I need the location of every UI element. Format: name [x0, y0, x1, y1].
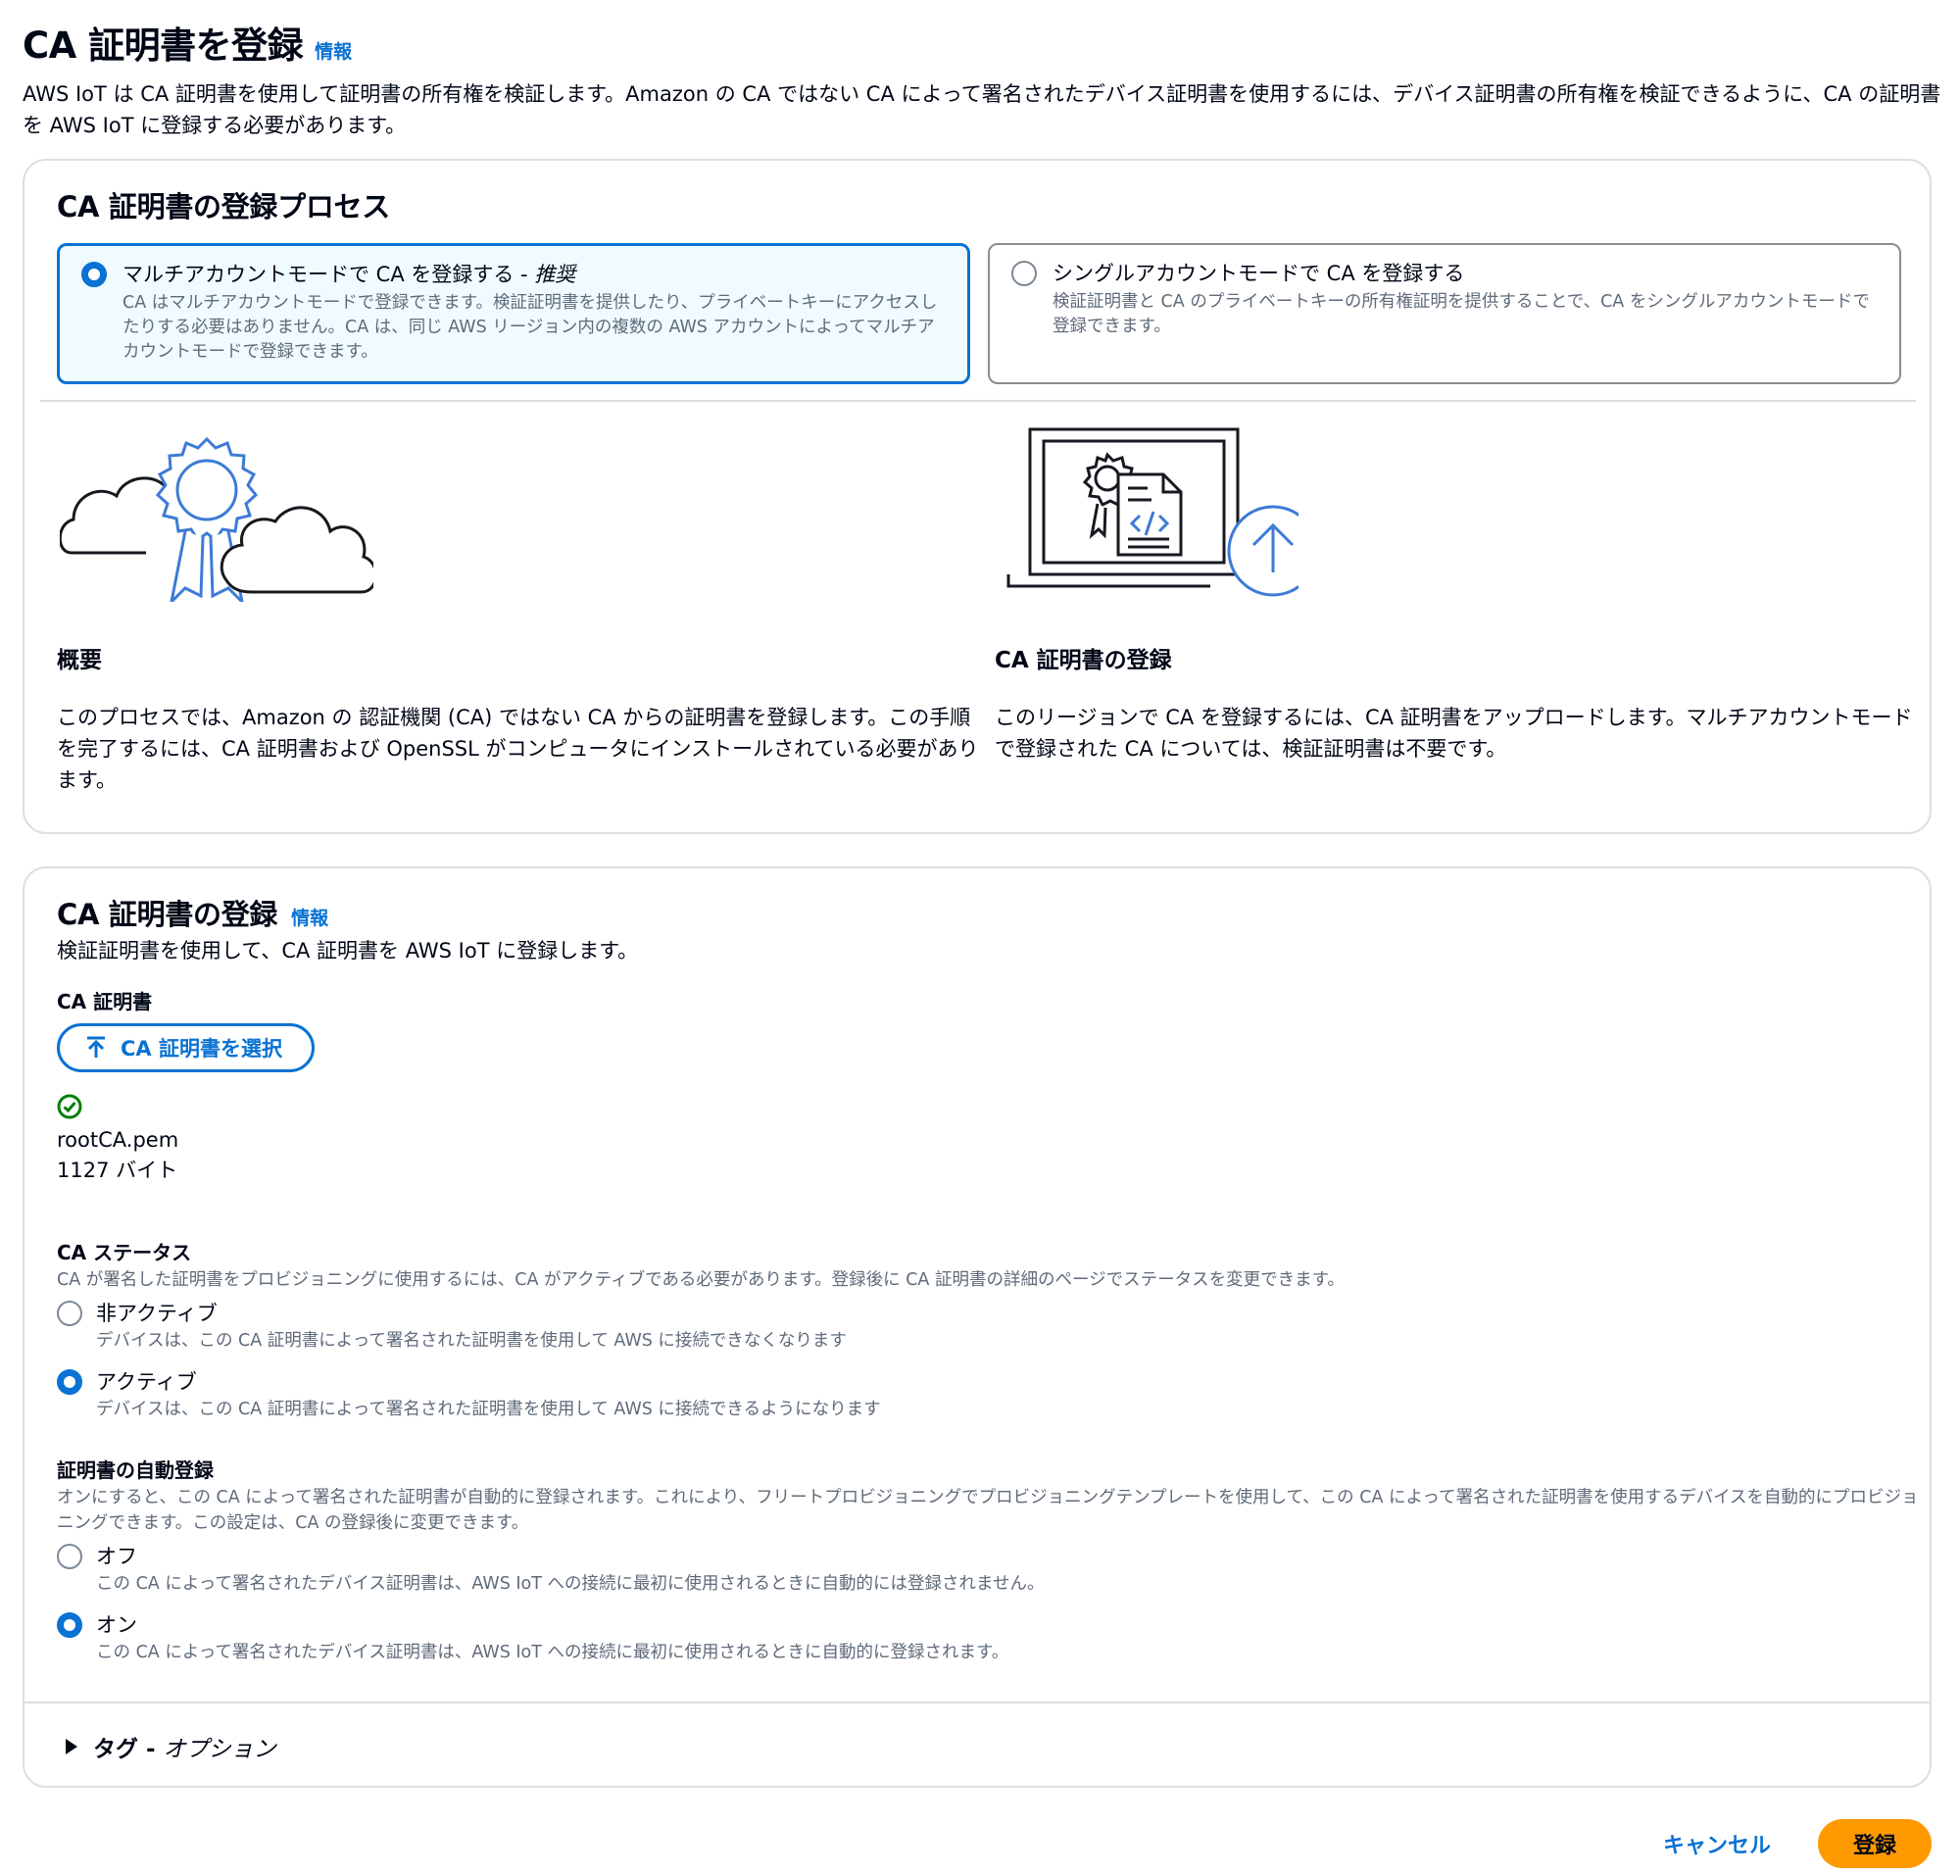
auto-option-off[interactable]: オフ この CA によって署名されたデバイス証明書は、AWS IoT への接続に… — [57, 1542, 1919, 1597]
cancel-button[interactable]: キャンセル — [1663, 1828, 1771, 1859]
file-info: rootCA.pem 1127 バイト — [57, 1125, 178, 1186]
auto-on-description: この CA によって署名されたデバイス証明書は、AWS IoT への接続に最初に… — [96, 1643, 1009, 1662]
multi-account-label: マルチアカウントモードで CA を登録する - 推奨 — [122, 263, 576, 286]
register-body: このリージョンで CA を登録するには、CA 証明書をアップロードします。マルチ… — [995, 706, 1913, 761]
auto-registration-description: オンにすると、この CA によって署名された証明書が自動的に登録されます。これに… — [57, 1488, 1919, 1533]
ca-status-label: CA ステータス — [57, 1241, 192, 1264]
form-actions: キャンセル 登録 — [1663, 1819, 1932, 1868]
register-button[interactable]: 登録 — [1817, 1819, 1932, 1868]
status-option-active[interactable]: アクティブ デバイスは、この CA 証明書によって署名された証明書を使用して A… — [57, 1367, 1909, 1422]
single-account-tile[interactable]: シングルアカウントモードで CA を登録する 検証証明書と CA のプライベート… — [988, 243, 1901, 384]
auto-off-radio[interactable] — [57, 1544, 82, 1569]
auto-registration-label: 証明書の自動登録 — [57, 1458, 214, 1482]
overview-body: このプロセスでは、Amazon の 認証機関 (CA) ではない CA からの証… — [57, 706, 979, 792]
auto-on-label: オン — [96, 1613, 137, 1637]
info-link[interactable]: 情報 — [315, 37, 352, 64]
register-heading: CA 証明書の登録 — [995, 648, 1172, 673]
ca-status-description: CA が署名した証明書をプロビジョニングに使用するには、CA がアクティブである… — [57, 1270, 1345, 1290]
success-check-icon — [57, 1094, 82, 1119]
multi-account-tile[interactable]: マルチアカウントモードで CA を登録する - 推奨 CA はマルチアカウントモ… — [57, 243, 970, 384]
single-account-label: シングルアカウントモードで CA を登録する — [1053, 262, 1465, 285]
status-active-label: アクティブ — [96, 1370, 197, 1394]
cloud-certificate-icon — [60, 436, 373, 602]
choose-ca-cert-button[interactable]: CA 証明書を選択 — [57, 1023, 315, 1072]
auto-off-description: この CA によって署名されたデバイス証明書は、AWS IoT への接続に最初に… — [96, 1574, 1045, 1594]
registration-info-link[interactable]: 情報 — [291, 904, 328, 930]
file-size: 1127 バイト — [57, 1159, 178, 1182]
auto-option-on[interactable]: オン この CA によって署名されたデバイス証明書は、AWS IoT への接続に… — [57, 1610, 1919, 1665]
status-inactive-description: デバイスは、この CA 証明書によって署名された証明書を使用して AWS に接続… — [96, 1331, 847, 1351]
tags-label: タグ - オプション — [93, 1737, 276, 1762]
status-inactive-radio[interactable] — [57, 1301, 82, 1326]
registration-title-row: CA 証明書の登録 情報 — [57, 892, 328, 933]
ca-registration-card: CA 証明書の登録 情報 検証証明書を使用して、CA 証明書を AWS IoT … — [23, 866, 1932, 1788]
multi-account-radio[interactable] — [81, 262, 107, 287]
single-account-radio[interactable] — [1011, 261, 1037, 286]
page-description: AWS IoT は CA 証明書を使用して証明書の所有権を検証します。Amazo… — [23, 82, 1941, 137]
process-title: CA 証明書の登録プロセス — [57, 190, 390, 223]
auto-off-label: オフ — [96, 1545, 137, 1568]
status-option-inactive[interactable]: 非アクティブ デバイスは、この CA 証明書によって署名された証明書を使用して … — [57, 1299, 1909, 1354]
page-header: CA 証明書を登録 情報 AWS IoT は CA 証明書を使用して証明書の所有… — [23, 16, 1943, 141]
file-name: rootCA.pem — [57, 1128, 179, 1152]
registration-description: 検証証明書を使用して、CA 証明書を AWS IoT に登録します。 — [57, 939, 639, 963]
status-active-radio[interactable] — [57, 1369, 82, 1395]
choose-ca-cert-label: CA 証明書を選択 — [121, 1037, 282, 1061]
tags-divider — [24, 1702, 1930, 1703]
laptop-upload-icon — [1006, 427, 1298, 597]
status-inactive-label: 非アクティブ — [96, 1302, 218, 1325]
page-title: CA 証明書を登録 — [23, 25, 304, 67]
registration-title: CA 証明書の登録 — [57, 898, 278, 931]
upload-icon — [87, 1036, 105, 1058]
auto-registration-group: 証明書の自動登録 オンにすると、この CA によって署名された証明書が自動的に登… — [57, 1455, 1919, 1665]
ca-status-group: CA ステータス CA が署名した証明書をプロビジョニングに使用するには、CA … — [57, 1237, 1909, 1422]
overview-heading: 概要 — [57, 648, 102, 673]
single-account-description: 検証証明書と CA のプライベートキーの所有権証明を提供することで、CA をシン… — [1053, 292, 1870, 336]
auto-on-radio[interactable] — [57, 1612, 82, 1638]
multi-account-description: CA はマルチアカウントモードで登録できます。検証証明書を提供したり、プライベー… — [122, 293, 938, 362]
registration-process-card: CA 証明書の登録プロセス マルチアカウントモードで CA を登録する - 推奨… — [23, 159, 1932, 834]
status-active-description: デバイスは、この CA 証明書によって署名された証明書を使用して AWS に接続… — [96, 1400, 881, 1419]
ca-cert-label: CA 証明書 — [57, 990, 153, 1013]
tags-expander[interactable]: タグ - オプション — [64, 1730, 276, 1763]
process-divider — [40, 400, 1916, 402]
caret-right-icon — [66, 1739, 77, 1754]
